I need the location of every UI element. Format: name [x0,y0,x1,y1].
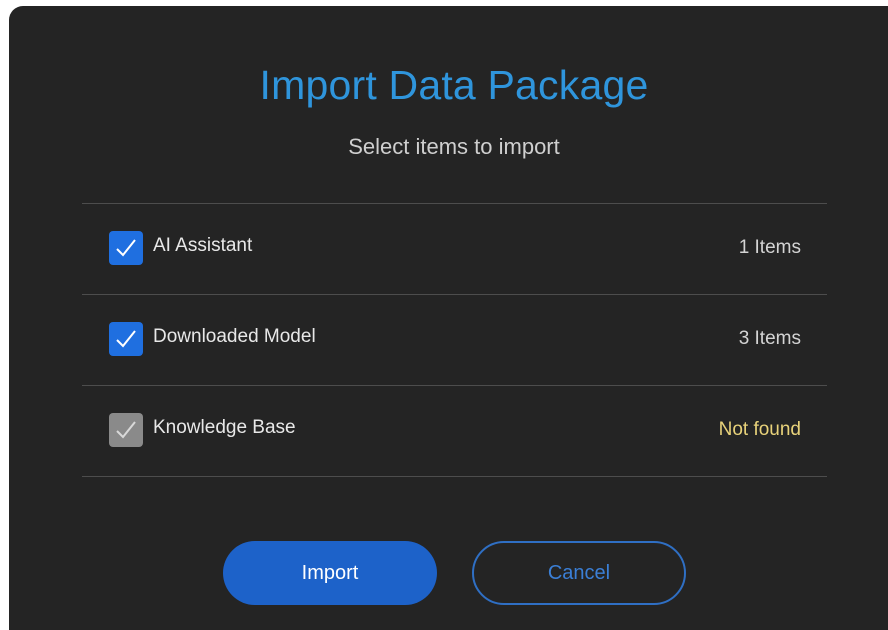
list-item-downloaded-model[interactable]: Downloaded Model 3 Items [82,295,827,385]
list-item-ai-assistant[interactable]: AI Assistant 1 Items [82,204,827,294]
cancel-button[interactable]: Cancel [472,541,686,605]
item-count: 1 Items [738,237,801,258]
item-label: Downloaded Model [153,326,316,347]
checkmark-icon [116,239,136,257]
checkmark-icon [116,421,136,439]
divider [82,476,827,477]
item-count: 3 Items [738,328,801,349]
list-item-knowledge-base: Knowledge Base Not found [82,386,827,476]
downloaded-model-checkbox[interactable] [109,322,143,356]
import-dialog: Import Data Package Select items to impo… [9,6,888,630]
item-label: Knowledge Base [153,417,296,438]
not-found-status: Not found [718,419,801,440]
dialog-title: Import Data Package [259,62,649,108]
knowledge-base-checkbox [109,413,143,447]
import-button[interactable]: Import [223,541,437,605]
dialog-subtitle: Select items to import [348,134,560,159]
checkmark-icon [116,330,136,348]
item-label: AI Assistant [153,235,253,256]
ai-assistant-checkbox[interactable] [109,231,143,265]
